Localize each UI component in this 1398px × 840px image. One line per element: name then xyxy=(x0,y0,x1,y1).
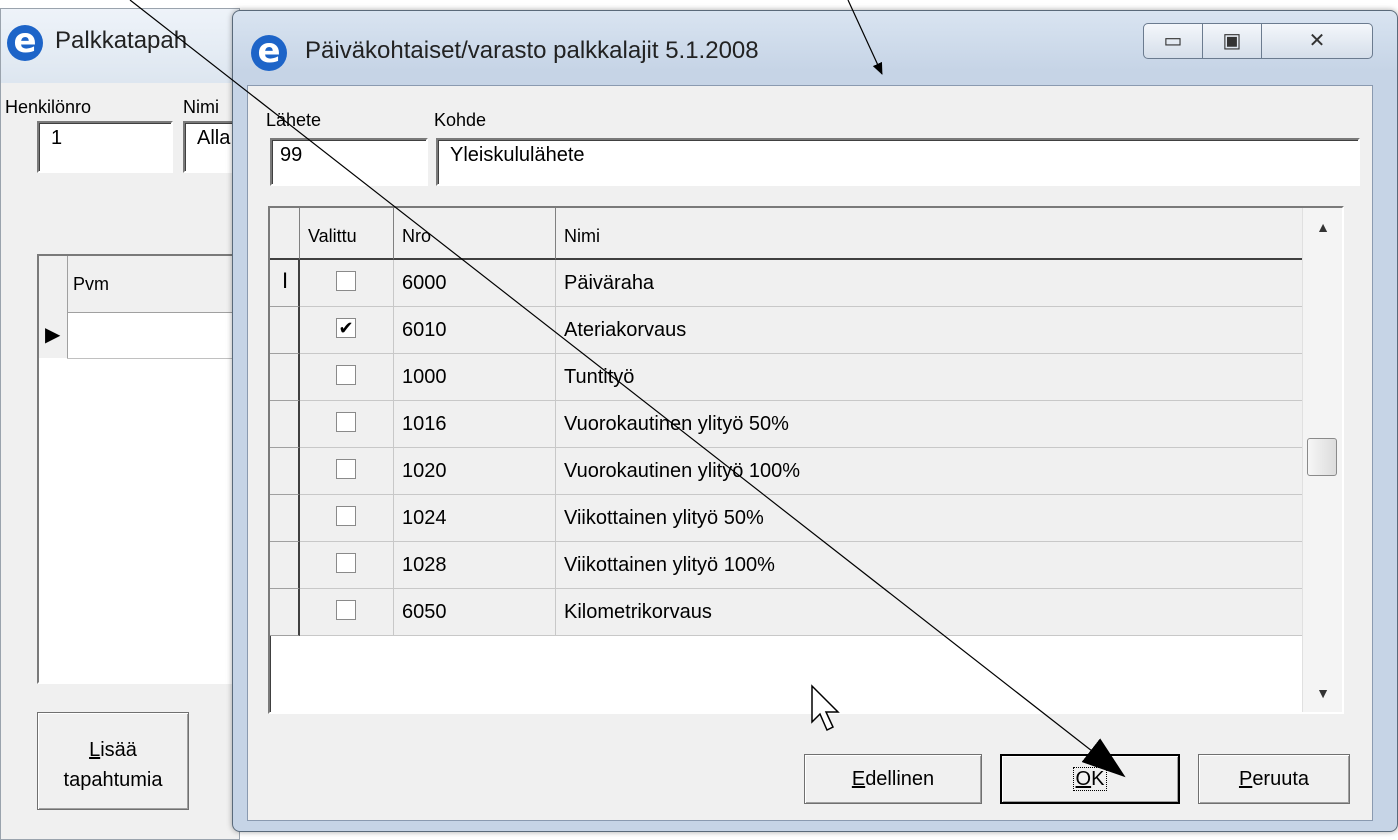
annotation-arrow-ok xyxy=(129,0,1126,778)
annotation-overlay xyxy=(129,0,1126,778)
mouse-pointer-icon xyxy=(811,684,840,732)
annotation-arrow-title xyxy=(847,0,883,75)
